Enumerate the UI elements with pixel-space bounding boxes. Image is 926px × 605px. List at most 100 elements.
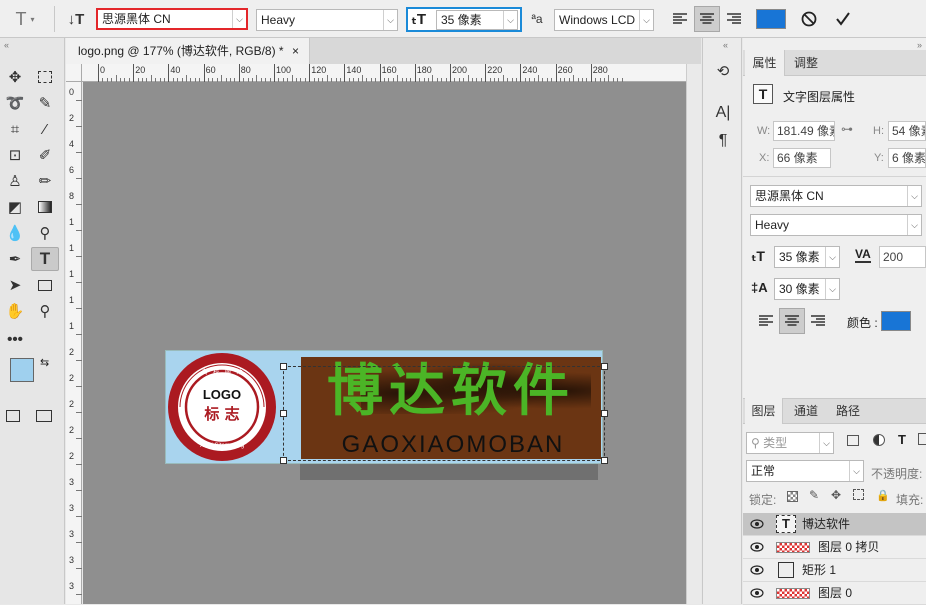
transform-handle[interactable] bbox=[601, 457, 608, 464]
link-icon[interactable]: ⊶ bbox=[841, 122, 853, 136]
toggle-text-orientation-icon[interactable]: ↓T bbox=[64, 8, 88, 30]
hand-tool-icon[interactable]: ✋ bbox=[3, 300, 27, 322]
blur-tool-icon[interactable]: 💧 bbox=[3, 222, 27, 244]
properties-align-right-button[interactable] bbox=[807, 310, 829, 332]
quick-selection-tool-icon[interactable]: ✎ bbox=[33, 92, 57, 114]
tracking-field[interactable]: 200 bbox=[879, 246, 926, 268]
font-size-group[interactable]: ₜT 35 像素 ⌵ bbox=[406, 7, 522, 32]
marquee-tool-icon[interactable] bbox=[33, 66, 57, 88]
eye-icon[interactable] bbox=[750, 587, 764, 599]
collapse-icon[interactable]: « bbox=[4, 40, 9, 50]
more-tools-icon[interactable]: ••• bbox=[3, 328, 27, 350]
antialias-select[interactable]: Windows LCD ⌵ bbox=[554, 9, 654, 31]
commit-edits-button[interactable] bbox=[832, 8, 854, 30]
lock-artboard-icon[interactable] bbox=[853, 489, 864, 500]
tab-layers[interactable]: 图层 bbox=[745, 398, 783, 424]
properties-align-center-button[interactable] bbox=[779, 308, 805, 334]
lock-all-icon[interactable]: 🔒 bbox=[876, 489, 890, 502]
lock-position-icon[interactable]: ✥ bbox=[831, 488, 841, 502]
text-color-swatch[interactable] bbox=[756, 9, 786, 29]
paragraph-panel-icon[interactable]: ¶ bbox=[711, 130, 735, 152]
close-tab-icon[interactable]: × bbox=[292, 38, 299, 64]
filter-pixel-icon[interactable] bbox=[847, 435, 859, 446]
path-selection-tool-icon[interactable]: ➤ bbox=[3, 274, 27, 296]
blend-mode-select[interactable]: 正常 ⌵ bbox=[746, 460, 864, 482]
tab-paths[interactable]: 路径 bbox=[829, 398, 867, 424]
properties-font-size-select[interactable]: 35 像素 ⌵ bbox=[774, 246, 840, 268]
gradient-tool-icon[interactable] bbox=[33, 196, 57, 218]
tab-adjustments[interactable]: 调整 bbox=[787, 50, 825, 76]
screen-mode-icon[interactable] bbox=[36, 410, 52, 422]
font-size-input[interactable]: 35 像素 ⌵ bbox=[436, 10, 518, 30]
vertical-ruler[interactable]: 0 2 4 6 8 1 1 1 1 1 2 2 2 2 2 3 3 3 3 3 bbox=[66, 82, 82, 604]
align-left-button[interactable] bbox=[668, 8, 692, 30]
eye-icon[interactable] bbox=[750, 564, 764, 576]
filter-type-icon[interactable]: T bbox=[898, 432, 906, 447]
layer-name[interactable]: 图层 0 拷贝 bbox=[818, 536, 879, 558]
zoom-tool-icon[interactable]: ⚲ bbox=[33, 300, 57, 322]
font-family-select[interactable]: 思源黑体 CN ⌵ bbox=[96, 8, 248, 30]
cancel-edits-button[interactable] bbox=[798, 8, 820, 30]
collapse-icon[interactable]: « bbox=[723, 40, 728, 50]
tab-channels[interactable]: 通道 bbox=[787, 398, 825, 424]
text-bounding-box[interactable] bbox=[280, 363, 608, 464]
transform-handle[interactable] bbox=[280, 363, 287, 370]
filter-shape-icon[interactable] bbox=[918, 433, 926, 445]
y-field[interactable]: 6 像素 bbox=[888, 148, 926, 168]
layer-name[interactable]: 矩形 1 bbox=[802, 559, 836, 581]
lock-transparency-icon[interactable] bbox=[787, 491, 798, 502]
canvas-area[interactable]: 高 校 网 站 模 板 Xinxi Sitemaking LOGO 标 志 博达… bbox=[83, 82, 686, 604]
tab-properties[interactable]: 属性 bbox=[745, 50, 785, 76]
eyedropper-tool-icon[interactable]: ⁄ bbox=[33, 118, 57, 140]
properties-font-style-select[interactable]: Heavy ⌵ bbox=[750, 214, 922, 236]
layer-name[interactable]: 博达软件 bbox=[802, 513, 850, 535]
x-field[interactable]: 66 像素 bbox=[773, 148, 831, 168]
eye-icon[interactable] bbox=[750, 541, 764, 553]
lock-pixels-icon[interactable]: ✎ bbox=[809, 488, 819, 502]
transform-handle[interactable] bbox=[601, 363, 608, 370]
move-tool-icon[interactable]: ✥ bbox=[3, 66, 27, 88]
height-field[interactable]: 54 像素 bbox=[888, 121, 926, 141]
layer-row[interactable]: 图层 0 拷贝 bbox=[743, 536, 926, 559]
vertical-scrollbar[interactable] bbox=[686, 64, 701, 604]
history-brush-tool-icon[interactable]: ✏ bbox=[33, 170, 57, 192]
type-tool-icon[interactable]: T bbox=[31, 247, 59, 271]
transform-handle[interactable] bbox=[280, 457, 287, 464]
character-panel-icon[interactable]: A| bbox=[711, 102, 735, 124]
filter-adjustment-icon[interactable] bbox=[873, 434, 885, 446]
collapse-icon[interactable]: » bbox=[917, 40, 922, 50]
quick-mask-icon[interactable] bbox=[6, 410, 20, 422]
dodge-tool-icon[interactable]: ⚲ bbox=[33, 222, 57, 244]
document-tab[interactable]: logo.png @ 177% (博达软件, RGB/8) * × bbox=[66, 38, 310, 64]
layer-row[interactable]: T 博达软件 bbox=[743, 513, 926, 536]
horizontal-ruler[interactable]: 0 20 40 60 80 100 120 140 160 180 200 220 240 260 280 bbox=[66, 64, 686, 82]
align-center-button[interactable] bbox=[694, 6, 720, 32]
align-right-button[interactable] bbox=[722, 8, 746, 30]
transform-handle[interactable] bbox=[601, 410, 608, 417]
ruler-origin[interactable] bbox=[66, 64, 82, 82]
healing-brush-tool-icon[interactable]: ⊡ bbox=[3, 144, 27, 166]
layer-row[interactable]: 矩形 1 bbox=[743, 559, 926, 582]
layer-name[interactable]: 图层 0 bbox=[818, 582, 852, 604]
eraser-tool-icon[interactable]: ◩ bbox=[3, 196, 27, 218]
logo-artwork[interactable]: 高 校 网 站 模 板 Xinxi Sitemaking LOGO 标 志 博达… bbox=[165, 350, 608, 464]
properties-font-family-select[interactable]: 思源黑体 CN ⌵ bbox=[750, 185, 922, 207]
properties-align-left-button[interactable] bbox=[755, 310, 777, 332]
transform-handle[interactable] bbox=[280, 410, 287, 417]
properties-color-swatch[interactable] bbox=[881, 311, 911, 331]
layer-filter-select[interactable]: ⚲ 类型 ⌵ bbox=[746, 432, 834, 454]
foreground-color-swatch[interactable] bbox=[10, 358, 34, 382]
history-panel-icon[interactable]: ⟲ bbox=[711, 60, 735, 82]
font-style-select[interactable]: Heavy ⌵ bbox=[256, 9, 398, 31]
layer-row[interactable]: 图层 0 bbox=[743, 582, 926, 605]
leading-select[interactable]: 30 像素 ⌵ bbox=[774, 278, 840, 300]
rectangle-tool-icon[interactable] bbox=[33, 274, 57, 296]
text-tool-preset-icon[interactable]: T ▾ bbox=[8, 8, 42, 30]
clone-stamp-tool-icon[interactable]: ♙ bbox=[3, 170, 27, 192]
crop-tool-icon[interactable]: ⌗ bbox=[3, 118, 27, 140]
swap-colors-icon[interactable]: ⇆ bbox=[40, 356, 49, 369]
brush-tool-icon[interactable]: ✐ bbox=[33, 144, 57, 166]
lasso-tool-icon[interactable]: ➰ bbox=[3, 92, 27, 114]
width-field[interactable]: 181.49 像素 bbox=[773, 121, 835, 141]
pen-tool-icon[interactable]: ✒ bbox=[3, 248, 27, 270]
